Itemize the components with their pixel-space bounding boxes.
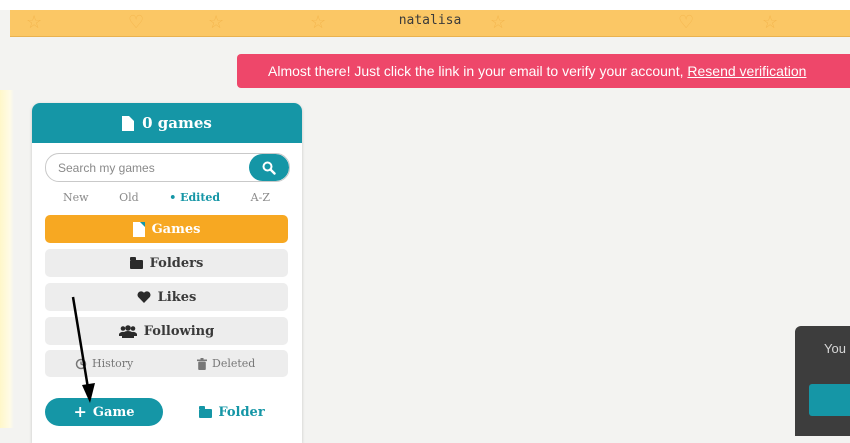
annotation-arrow-icon [71,296,95,403]
